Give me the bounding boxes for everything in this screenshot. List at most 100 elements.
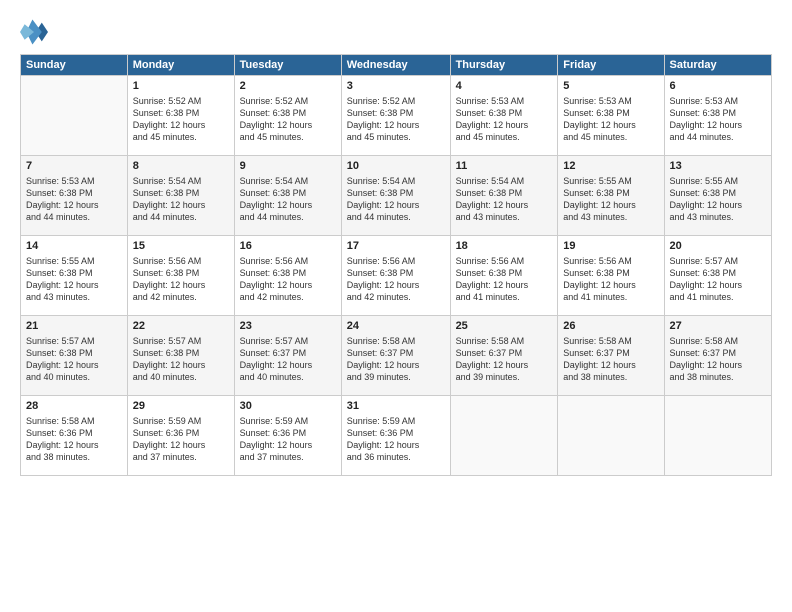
- page: SundayMondayTuesdayWednesdayThursdayFrid…: [0, 0, 792, 612]
- calendar-cell: 13Sunrise: 5:55 AMSunset: 6:38 PMDayligh…: [664, 156, 772, 236]
- day-info: Daylight: 12 hours: [347, 119, 445, 131]
- calendar-week-row: 7Sunrise: 5:53 AMSunset: 6:38 PMDaylight…: [21, 156, 772, 236]
- day-info: Sunrise: 5:56 AM: [456, 255, 553, 267]
- day-info: Sunset: 6:36 PM: [240, 427, 336, 439]
- day-info: and 39 minutes.: [347, 371, 445, 383]
- calendar-cell: 23Sunrise: 5:57 AMSunset: 6:37 PMDayligh…: [234, 316, 341, 396]
- day-number: 8: [133, 159, 229, 174]
- day-info: Sunset: 6:38 PM: [670, 107, 767, 119]
- calendar-cell: 12Sunrise: 5:55 AMSunset: 6:38 PMDayligh…: [558, 156, 664, 236]
- day-info: Sunrise: 5:59 AM: [240, 415, 336, 427]
- day-info: and 44 minutes.: [240, 211, 336, 223]
- day-info: Sunrise: 5:59 AM: [133, 415, 229, 427]
- calendar-cell: 29Sunrise: 5:59 AMSunset: 6:36 PMDayligh…: [127, 396, 234, 476]
- day-number: 27: [670, 319, 767, 334]
- day-number: 10: [347, 159, 445, 174]
- day-info: Sunset: 6:38 PM: [240, 267, 336, 279]
- day-info: Daylight: 12 hours: [26, 439, 122, 451]
- day-info: and 37 minutes.: [133, 451, 229, 463]
- day-info: Daylight: 12 hours: [456, 199, 553, 211]
- weekday-header-sunday: Sunday: [21, 55, 128, 76]
- day-info: Sunset: 6:36 PM: [347, 427, 445, 439]
- calendar-cell: 7Sunrise: 5:53 AMSunset: 6:38 PMDaylight…: [21, 156, 128, 236]
- day-info: Daylight: 12 hours: [347, 439, 445, 451]
- day-info: Sunset: 6:38 PM: [347, 107, 445, 119]
- day-info: and 41 minutes.: [670, 291, 767, 303]
- day-info: and 45 minutes.: [240, 131, 336, 143]
- calendar-cell: [558, 396, 664, 476]
- day-info: Sunset: 6:38 PM: [26, 347, 122, 359]
- day-info: Daylight: 12 hours: [26, 359, 122, 371]
- calendar-week-row: 1Sunrise: 5:52 AMSunset: 6:38 PMDaylight…: [21, 76, 772, 156]
- day-info: Sunrise: 5:55 AM: [26, 255, 122, 267]
- day-number: 19: [563, 239, 658, 254]
- day-number: 14: [26, 239, 122, 254]
- day-info: Sunset: 6:38 PM: [456, 267, 553, 279]
- calendar-cell: 3Sunrise: 5:52 AMSunset: 6:38 PMDaylight…: [341, 76, 450, 156]
- day-info: Sunset: 6:38 PM: [670, 187, 767, 199]
- calendar-cell: 21Sunrise: 5:57 AMSunset: 6:38 PMDayligh…: [21, 316, 128, 396]
- day-info: Sunrise: 5:58 AM: [670, 335, 767, 347]
- calendar-cell: 1Sunrise: 5:52 AMSunset: 6:38 PMDaylight…: [127, 76, 234, 156]
- day-info: Sunrise: 5:56 AM: [347, 255, 445, 267]
- day-number: 11: [456, 159, 553, 174]
- day-number: 23: [240, 319, 336, 334]
- calendar-cell: 30Sunrise: 5:59 AMSunset: 6:36 PMDayligh…: [234, 396, 341, 476]
- calendar-cell: 10Sunrise: 5:54 AMSunset: 6:38 PMDayligh…: [341, 156, 450, 236]
- calendar-cell: 31Sunrise: 5:59 AMSunset: 6:36 PMDayligh…: [341, 396, 450, 476]
- day-info: Sunrise: 5:58 AM: [563, 335, 658, 347]
- day-info: Daylight: 12 hours: [670, 199, 767, 211]
- day-info: Sunrise: 5:59 AM: [347, 415, 445, 427]
- weekday-header-row: SundayMondayTuesdayWednesdayThursdayFrid…: [21, 55, 772, 76]
- day-info: and 41 minutes.: [456, 291, 553, 303]
- day-info: Sunrise: 5:56 AM: [563, 255, 658, 267]
- day-info: Sunrise: 5:52 AM: [240, 95, 336, 107]
- day-number: 21: [26, 319, 122, 334]
- day-number: 30: [240, 399, 336, 414]
- day-info: Sunrise: 5:54 AM: [347, 175, 445, 187]
- calendar-cell: 9Sunrise: 5:54 AMSunset: 6:38 PMDaylight…: [234, 156, 341, 236]
- day-info: and 38 minutes.: [26, 451, 122, 463]
- calendar-cell: 28Sunrise: 5:58 AMSunset: 6:36 PMDayligh…: [21, 396, 128, 476]
- day-info: Sunrise: 5:56 AM: [240, 255, 336, 267]
- day-info: Sunset: 6:38 PM: [456, 187, 553, 199]
- day-info: and 39 minutes.: [456, 371, 553, 383]
- day-info: Sunrise: 5:57 AM: [670, 255, 767, 267]
- day-number: 4: [456, 79, 553, 94]
- day-info: and 45 minutes.: [563, 131, 658, 143]
- day-number: 3: [347, 79, 445, 94]
- calendar-cell: 8Sunrise: 5:54 AMSunset: 6:38 PMDaylight…: [127, 156, 234, 236]
- day-info: Sunrise: 5:58 AM: [456, 335, 553, 347]
- day-number: 29: [133, 399, 229, 414]
- day-info: Sunset: 6:38 PM: [670, 267, 767, 279]
- day-info: Sunset: 6:37 PM: [347, 347, 445, 359]
- day-info: Sunset: 6:38 PM: [240, 107, 336, 119]
- day-info: Daylight: 12 hours: [240, 439, 336, 451]
- day-info: and 40 minutes.: [240, 371, 336, 383]
- day-info: Sunrise: 5:52 AM: [347, 95, 445, 107]
- day-info: Daylight: 12 hours: [456, 359, 553, 371]
- calendar-cell: 24Sunrise: 5:58 AMSunset: 6:37 PMDayligh…: [341, 316, 450, 396]
- day-info: and 41 minutes.: [563, 291, 658, 303]
- calendar-cell: [664, 396, 772, 476]
- day-info: Sunset: 6:38 PM: [133, 107, 229, 119]
- day-info: and 37 minutes.: [240, 451, 336, 463]
- day-info: Sunrise: 5:52 AM: [133, 95, 229, 107]
- day-info: Daylight: 12 hours: [563, 119, 658, 131]
- day-info: Sunset: 6:38 PM: [26, 187, 122, 199]
- day-info: Sunrise: 5:58 AM: [26, 415, 122, 427]
- day-number: 15: [133, 239, 229, 254]
- day-info: Sunset: 6:38 PM: [240, 187, 336, 199]
- weekday-header-tuesday: Tuesday: [234, 55, 341, 76]
- day-number: 6: [670, 79, 767, 94]
- weekday-header-saturday: Saturday: [664, 55, 772, 76]
- logo-icon: [20, 18, 48, 46]
- day-info: Sunrise: 5:54 AM: [240, 175, 336, 187]
- day-info: Sunset: 6:38 PM: [133, 267, 229, 279]
- day-info: and 43 minutes.: [563, 211, 658, 223]
- day-number: 28: [26, 399, 122, 414]
- day-info: Sunset: 6:36 PM: [133, 427, 229, 439]
- day-info: and 45 minutes.: [347, 131, 445, 143]
- day-info: Daylight: 12 hours: [670, 119, 767, 131]
- day-number: 25: [456, 319, 553, 334]
